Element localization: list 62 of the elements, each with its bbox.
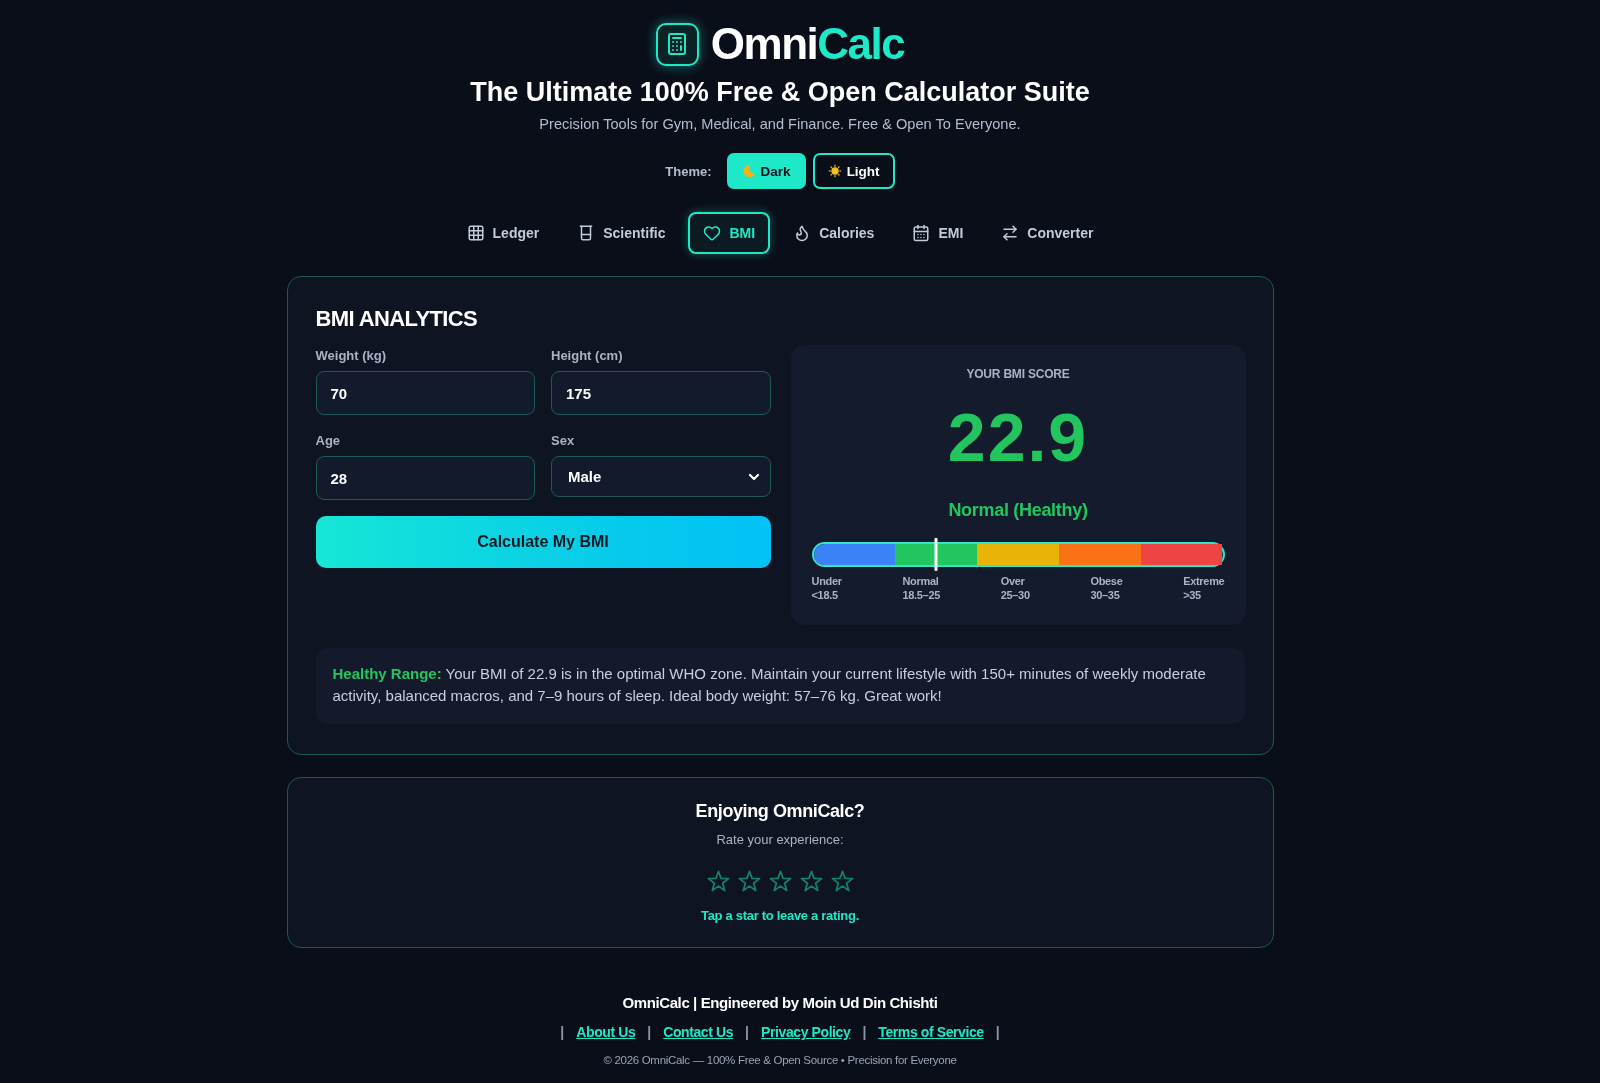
star-icon[interactable] [799,870,823,892]
headline: The Ultimate 100% Free & Open Calculator Suite [470,76,1090,108]
separator: | [647,1023,652,1042]
dropdown-select[interactable]: Male [551,456,771,497]
scale-label: Obese [1090,574,1123,588]
scale-range: <18.5 [811,588,839,602]
nav-tab[interactable]: Converter [986,212,1109,254]
nav-tab[interactable]: Ledger [451,212,555,254]
theme-label: Theme: [665,163,712,179]
rating-prompt: Rate your experience: [716,831,844,849]
nav-tab[interactable]: Scientific [562,212,681,254]
calendar-icon [912,224,931,242]
nav-tab[interactable]: BMI [688,212,771,254]
field-label: Sex [551,433,576,449]
separator: | [560,1023,565,1042]
logo-title: OmniCalc [710,21,905,67]
theme-button[interactable]: Dark [726,153,806,189]
star-icon[interactable] [768,870,792,892]
scale-label: Normal [902,574,940,588]
scale-label: Over [1000,574,1026,588]
footer-link[interactable]: About Us [576,1022,636,1042]
scale-range: >35 [1183,588,1202,602]
rating-title: Enjoying OmniCalc? [695,800,865,823]
field-label: Age [315,433,342,449]
copyright: © 2026 OmniCalc — 100% Free & Open Source • Precision for Everyone [603,1053,957,1068]
separator: | [995,1023,1000,1042]
footer-link[interactable]: Terms of Service [878,1022,984,1042]
bmi-category: Normal (Healthy) [948,499,1088,521]
rating-hint: Tap a star to leave a rating. [701,907,859,925]
result-heading: YOUR BMI SCORE [966,366,1070,382]
footer-link[interactable]: Privacy Policy [761,1022,851,1042]
heart-icon [703,224,722,242]
input-field[interactable]: 175 [551,371,771,415]
nav-tab[interactable]: EMI [897,212,979,254]
scale-range: 25–30 [1000,588,1030,602]
nav-tab[interactable]: Calories [778,212,890,254]
scale-label: Under [811,574,842,588]
calculate-button[interactable]: Calculate My BMI [315,516,771,568]
star-icon[interactable] [830,870,854,892]
swap-arrows-icon [1001,224,1020,242]
separator: | [862,1023,867,1042]
bmi-score: 22.9 [947,401,1089,473]
field-label: Height (cm) [551,348,624,364]
scale-range: 30–35 [1090,588,1121,602]
separator: | [745,1023,750,1042]
card-title: BMI ANALYTICS [315,305,479,333]
theme-button[interactable]: Light [812,153,895,189]
sun-icon [827,164,842,178]
grid-icon [466,224,485,242]
scale-range: 18.5–25 [902,588,941,602]
input-field[interactable]: 70 [315,371,535,415]
calculator-icon [655,22,699,66]
star-icon[interactable] [737,870,761,892]
field-label: Weight (kg) [315,348,388,364]
footer-credit: OmniCalc | Engineered by Moin Ud Din Chishti [622,993,938,1013]
advice-text: Healthy Range: Your BMI of 22.9 is in the optimal WHO zone. Maintain your current lifestyle with 150+ minutes of weekly moderate activity, balanced macros, and 7–9 hours of sleep. Ideal body weight: 57–76 kg. Great work! [315,648,1245,724]
scale-label: Extreme [1183,574,1225,588]
tagline: Precision Tools for Gym, Medical, and Finance. Free & Open To Everyone. [539,115,1021,134]
moon-icon [741,164,756,178]
footer-link[interactable]: Contact Us [663,1022,734,1042]
input-field[interactable]: 28 [315,456,535,500]
star-icon[interactable] [706,870,730,892]
